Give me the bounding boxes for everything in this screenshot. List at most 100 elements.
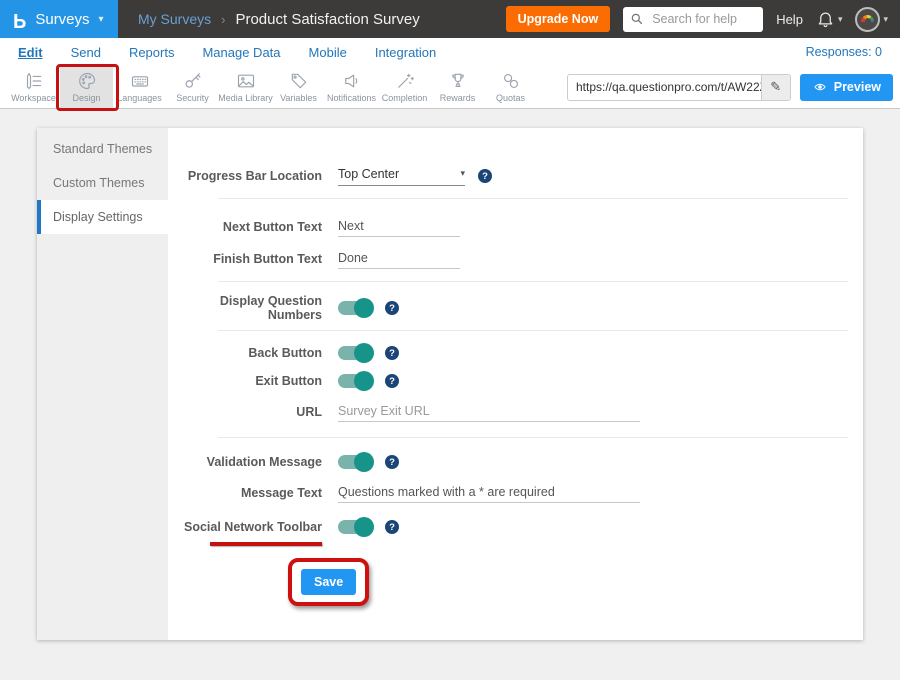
toolbar-item-label: Languages <box>117 93 162 103</box>
nav-tab-reports[interactable]: Reports <box>129 45 175 60</box>
header-right-group: Upgrade Now Help ▾ ▾ <box>506 6 900 32</box>
toolbar-item-label: Notifications <box>327 93 376 103</box>
nav-tab-edit[interactable]: Edit <box>18 45 43 60</box>
progress-bar-location-select[interactable]: Top Center ▾ <box>338 167 465 186</box>
exit-button-row: Exit Button ? <box>168 367 863 395</box>
avatar <box>855 7 880 32</box>
edit-url-button[interactable]: ✎ <box>761 75 790 100</box>
display-settings-panel: Standard Themes Custom Themes Display Se… <box>37 128 863 640</box>
notifications-bell-menu[interactable]: ▾ <box>816 10 843 29</box>
sidebar-item-custom-themes[interactable]: Custom Themes <box>37 166 168 200</box>
toolbar-item-quotas[interactable]: Quotas <box>484 66 537 109</box>
media-library-icon <box>236 71 256 91</box>
help-icon[interactable]: ? <box>385 374 399 388</box>
finish-button-text-input[interactable] <box>338 249 460 269</box>
survey-title: Product Satisfaction Survey <box>235 11 419 28</box>
toggle-knob <box>354 371 374 391</box>
nav-tab-mobile[interactable]: Mobile <box>309 45 347 60</box>
completion-wand-icon <box>395 71 415 91</box>
questionpro-logo-icon: P <box>13 8 26 31</box>
display-question-numbers-label: Display Question Numbers <box>168 294 322 322</box>
responses-count[interactable]: Responses: 0 <box>806 45 882 59</box>
toggle-knob <box>354 298 374 318</box>
breadcrumb: My Surveys › Product Satisfaction Survey <box>138 11 420 28</box>
section-divider <box>218 330 848 331</box>
annotation-underline-social-toolbar <box>210 542 322 546</box>
exit-button-toggle[interactable] <box>338 374 372 388</box>
languages-keyboard-icon <box>130 71 150 91</box>
toolbar-item-media-library[interactable]: Media Library <box>219 66 272 109</box>
toolbar-item-security[interactable]: Security <box>166 66 219 109</box>
toggle-knob <box>354 452 374 472</box>
nav-tab-send[interactable]: Send <box>71 45 101 60</box>
display-question-numbers-toggle[interactable] <box>338 301 372 315</box>
nav-tab-integration[interactable]: Integration <box>375 45 436 60</box>
help-icon[interactable]: ? <box>478 169 492 183</box>
social-network-toolbar-row: Social Network Toolbar ? <box>168 510 863 544</box>
finish-button-text-row: Finish Button Text <box>168 243 863 275</box>
validation-message-label: Validation Message <box>168 455 322 469</box>
help-icon[interactable]: ? <box>385 301 399 315</box>
save-button[interactable]: Save <box>301 569 356 595</box>
toolbar-item-languages[interactable]: Languages <box>113 66 166 109</box>
section-divider <box>218 198 848 199</box>
toolbar-item-completion[interactable]: Completion <box>378 66 431 109</box>
social-network-toolbar-toggle[interactable] <box>338 520 372 534</box>
back-button-toggle[interactable] <box>338 346 372 360</box>
variables-tag-icon <box>289 71 309 91</box>
user-account-menu[interactable]: ▾ <box>855 7 888 32</box>
toolbar-item-rewards[interactable]: Rewards <box>431 66 484 109</box>
quotas-chain-icon <box>501 71 521 91</box>
help-icon[interactable]: ? <box>385 455 399 469</box>
next-button-text-label: Next Button Text <box>168 220 322 234</box>
product-menu-label: Surveys <box>35 11 89 28</box>
toolbar-item-label: Security <box>176 93 209 103</box>
message-text-input[interactable] <box>338 483 640 503</box>
save-row: Save <box>168 558 863 606</box>
help-link[interactable]: Help <box>776 12 803 27</box>
back-button-label: Back Button <box>168 346 322 360</box>
bell-icon <box>816 10 835 29</box>
exit-url-input[interactable] <box>338 402 640 422</box>
design-sidebar: Standard Themes Custom Themes Display Se… <box>37 128 168 640</box>
progress-bar-location-row: Progress Bar Location Top Center ▾ ? <box>168 158 863 194</box>
toolbar-item-variables[interactable]: Variables <box>272 66 325 109</box>
chevron-down-icon: ▾ <box>460 168 465 179</box>
exit-url-row: URL <box>168 395 863 429</box>
progress-bar-location-label: Progress Bar Location <box>168 169 322 183</box>
toolbar-item-label: Variables <box>280 93 317 103</box>
sidebar-item-display-settings[interactable]: Display Settings <box>37 200 168 234</box>
message-text-row: Message Text <box>168 476 863 510</box>
upgrade-now-button[interactable]: Upgrade Now <box>506 6 611 32</box>
preview-label: Preview <box>834 80 881 94</box>
surveys-product-menu[interactable]: P Surveys ▾ <box>0 0 118 38</box>
search-input[interactable] <box>650 11 750 27</box>
search-icon <box>630 12 644 26</box>
toolbar-item-design[interactable]: Design <box>60 66 113 109</box>
preview-button[interactable]: Preview <box>800 74 893 101</box>
chevron-down-icon: ▾ <box>838 14 843 25</box>
help-icon[interactable]: ? <box>385 520 399 534</box>
gauge-icon <box>861 15 874 22</box>
toolbar-item-notifications[interactable]: Notifications <box>325 66 378 109</box>
survey-url-field[interactable]: https://qa.questionpro.com/t/AW22Zcq2J ✎ <box>567 74 791 101</box>
security-key-icon <box>183 71 203 91</box>
toggle-knob <box>354 517 374 537</box>
breadcrumb-my-surveys[interactable]: My Surveys <box>138 11 211 27</box>
finish-button-text-label: Finish Button Text <box>168 252 322 266</box>
message-text-label: Message Text <box>168 486 322 500</box>
next-button-text-input[interactable] <box>338 217 460 237</box>
help-icon[interactable]: ? <box>385 346 399 360</box>
survey-nav: Edit Send Reports Manage Data Mobile Int… <box>0 38 900 66</box>
selected-value: Top Center <box>338 167 399 181</box>
section-divider <box>218 281 848 282</box>
nav-tab-manage-data[interactable]: Manage Data <box>202 45 280 60</box>
toggle-knob <box>354 343 374 363</box>
edit-toolbar: Workspace Design Languages Security Medi… <box>0 66 900 109</box>
toolbar-item-workspace[interactable]: Workspace <box>7 66 60 109</box>
notifications-megaphone-icon <box>342 71 362 91</box>
help-search-box[interactable] <box>623 7 763 32</box>
eye-icon <box>812 81 828 93</box>
validation-message-toggle[interactable] <box>338 455 372 469</box>
sidebar-item-standard-themes[interactable]: Standard Themes <box>37 132 168 166</box>
